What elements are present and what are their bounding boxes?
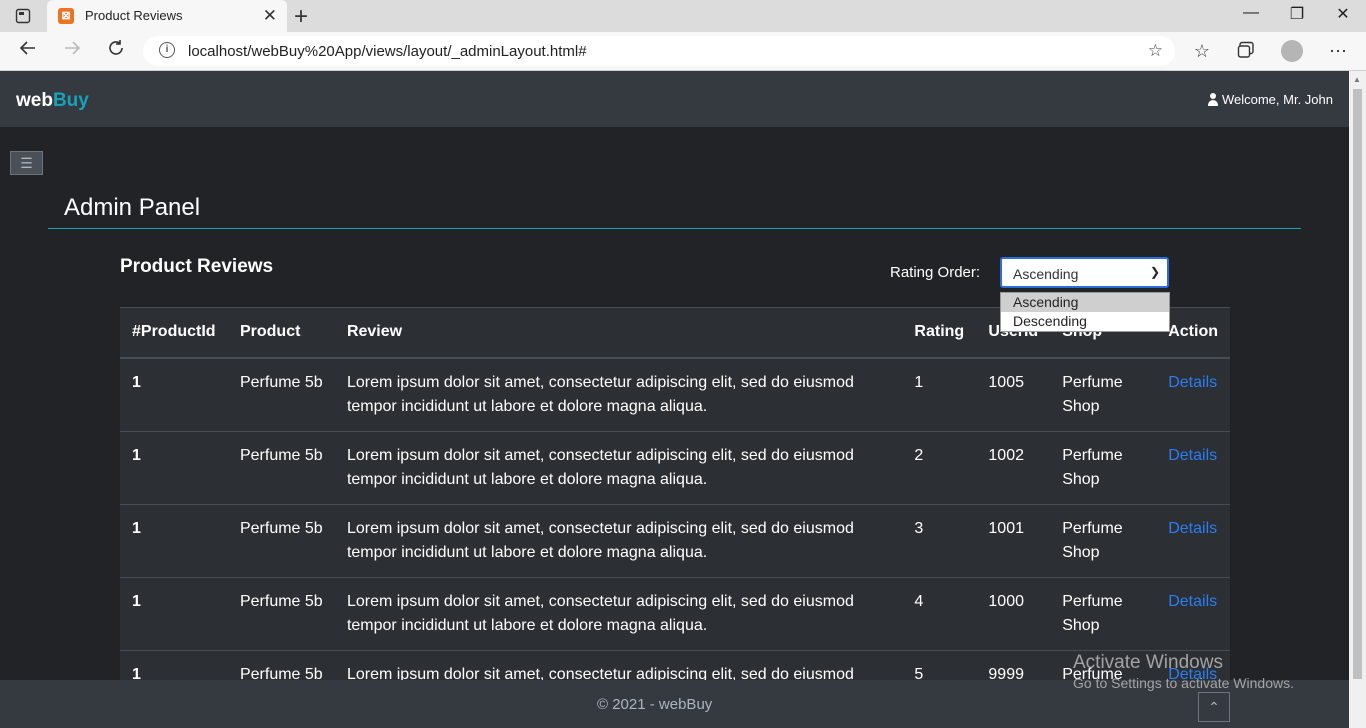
browser-address-bar: i localhost/webBuy%20App/views/layout/_a… (0, 32, 1366, 71)
chevron-down-icon: ❯ (1149, 265, 1160, 279)
chevron-up-icon: ⌃ (1208, 699, 1220, 715)
details-link[interactable]: Details (1168, 374, 1217, 391)
cell-action: Details (1156, 431, 1230, 505)
col-header-rating: Rating (902, 307, 977, 359)
cell-product: Perfume 5b (227, 504, 335, 578)
cell-shop: Perfume Shop (1050, 577, 1157, 651)
table-row: 1 Perfume 5b Lorem ipsum dolor sit amet,… (120, 504, 1230, 578)
app-navbar: webBuy Welcome, Mr. John (0, 71, 1349, 127)
cell-review: Lorem ipsum dolor sit amet, consectetur … (334, 504, 903, 578)
dropdown-option-descending[interactable]: Descending (1001, 312, 1169, 331)
brand-accent: Buy (52, 90, 89, 111)
copyright-text: © 2021 - webBuy (597, 696, 713, 713)
browser-tab-active[interactable]: ⊠ Product Reviews ✕ (47, 0, 287, 32)
cell-rating: 1 (902, 357, 977, 432)
back-arrow-icon[interactable] (15, 38, 41, 64)
sidebar-toggle-button[interactable]: ☰ (10, 151, 43, 175)
cell-product: Perfume 5b (227, 357, 335, 432)
collections-icon[interactable] (1235, 41, 1257, 64)
cell-review: Lorem ipsum dolor sit amet, consectetur … (334, 650, 903, 680)
col-header-product: Product (227, 307, 335, 359)
activate-windows-watermark: Activate Windows Go to Settings to activ… (1073, 652, 1294, 691)
cell-rating: 4 (902, 577, 977, 651)
section-title: Product Reviews (120, 256, 274, 277)
cell-product: Perfume 5b (227, 431, 335, 505)
title-divider (48, 228, 1301, 229)
details-link[interactable]: Details (1168, 520, 1217, 537)
welcome-text: Welcome, Mr. John (1221, 92, 1333, 107)
table-row: 1 Perfume 5b Lorem ipsum dolor sit amet,… (120, 650, 1230, 680)
cell-userid: 9999 (976, 650, 1051, 680)
rating-order-select[interactable]: Ascending ❯ (1000, 257, 1169, 288)
cell-shop: Perfume Shop (1050, 431, 1157, 505)
new-tab-icon[interactable]: + (294, 3, 308, 31)
dropdown-option-ascending[interactable]: Ascending (1001, 293, 1169, 312)
window-close-icon[interactable]: ✕ (1333, 4, 1353, 24)
cell-productid: 1 (120, 577, 228, 651)
col-header-productid: #ProductId (120, 307, 228, 359)
cell-review: Lorem ipsum dolor sit amet, consectetur … (334, 577, 903, 651)
page-scrollbar[interactable]: ▲ (1349, 71, 1366, 728)
cell-review: Lorem ipsum dolor sit amet, consectetur … (334, 357, 903, 432)
details-link[interactable]: Details (1168, 593, 1217, 610)
cell-productid: 1 (120, 504, 228, 578)
watermark-subtitle: Go to Settings to activate Windows. (1073, 675, 1294, 691)
scroll-up-icon[interactable]: ▲ (1353, 75, 1361, 84)
cell-userid: 1002 (976, 431, 1051, 505)
cell-rating: 5 (902, 650, 977, 680)
cell-rating: 2 (902, 431, 977, 505)
cell-userid: 1005 (976, 357, 1051, 432)
details-link[interactable]: Details (1168, 447, 1217, 464)
brand-main: web (16, 90, 53, 111)
table-row: 1 Perfume 5b Lorem ipsum dolor sit amet,… (120, 431, 1230, 505)
browser-tab-bar: ⊠ Product Reviews ✕ + — ❐ ✕ (0, 0, 1366, 32)
cell-action: Details (1156, 577, 1230, 651)
hamburger-icon: ☰ (20, 155, 33, 171)
reviews-table: #ProductId Product Review Rating UserId … (120, 307, 1230, 680)
minimize-icon[interactable]: — (1241, 4, 1261, 22)
url-field[interactable]: i localhost/webBuy%20App/views/layout/_a… (143, 36, 1175, 66)
watermark-title: Activate Windows (1073, 652, 1223, 673)
cell-rating: 3 (902, 504, 977, 578)
tab-title: Product Reviews (85, 8, 183, 23)
page-title: Admin Panel (64, 194, 201, 221)
table-row: 1 Perfume 5b Lorem ipsum dolor sit amet,… (120, 357, 1230, 432)
cell-productid: 1 (120, 431, 228, 505)
rating-order-value: Ascending (1013, 266, 1079, 282)
cell-action: Details (1156, 504, 1230, 578)
back-to-top-button[interactable]: ⌃ (1198, 692, 1230, 722)
rating-order-label: Rating Order: (890, 264, 981, 281)
tab-close-icon[interactable]: ✕ (263, 6, 277, 26)
profile-icon[interactable] (1281, 40, 1303, 62)
cell-shop: Perfume Shop (1050, 357, 1157, 432)
restore-icon[interactable]: ❐ (1287, 4, 1307, 24)
scrollbar-thumb[interactable] (1353, 89, 1362, 679)
user-icon (1207, 93, 1218, 106)
cell-productid: 1 (120, 357, 228, 432)
cell-shop: Perfume Shop (1050, 504, 1157, 578)
xampp-favicon-icon: ⊠ (58, 8, 74, 24)
table-row: 1 Perfume 5b Lorem ipsum dolor sit amet,… (120, 577, 1230, 651)
cell-action: Details (1156, 357, 1230, 432)
welcome-user[interactable]: Welcome, Mr. John (1207, 92, 1333, 107)
cell-product: Perfume 5b (227, 650, 335, 680)
forward-arrow-icon[interactable] (59, 38, 85, 64)
info-icon[interactable]: i (159, 42, 175, 58)
col-header-review: Review (334, 307, 903, 359)
cell-product: Perfume 5b (227, 577, 335, 651)
cell-review: Lorem ipsum dolor sit amet, consectetur … (334, 431, 903, 505)
favorites-icon[interactable]: ☆ (1191, 41, 1213, 62)
more-icon[interactable]: ⋯ (1327, 41, 1349, 62)
add-favorite-icon[interactable]: ☆ (1148, 41, 1163, 61)
cell-userid: 1000 (976, 577, 1051, 651)
brand-logo[interactable]: webBuy (16, 90, 89, 112)
url-text: localhost/webBuy%20App/views/layout/_adm… (188, 43, 587, 60)
cell-productid: 1 (120, 650, 228, 680)
refresh-icon[interactable] (103, 38, 129, 64)
cell-userid: 1001 (976, 504, 1051, 578)
rating-order-dropdown-list: Ascending Descending (1000, 292, 1170, 332)
reviews-table-container: #ProductId Product Review Rating UserId … (120, 307, 1230, 680)
tab-actions-icon[interactable] (14, 7, 32, 25)
